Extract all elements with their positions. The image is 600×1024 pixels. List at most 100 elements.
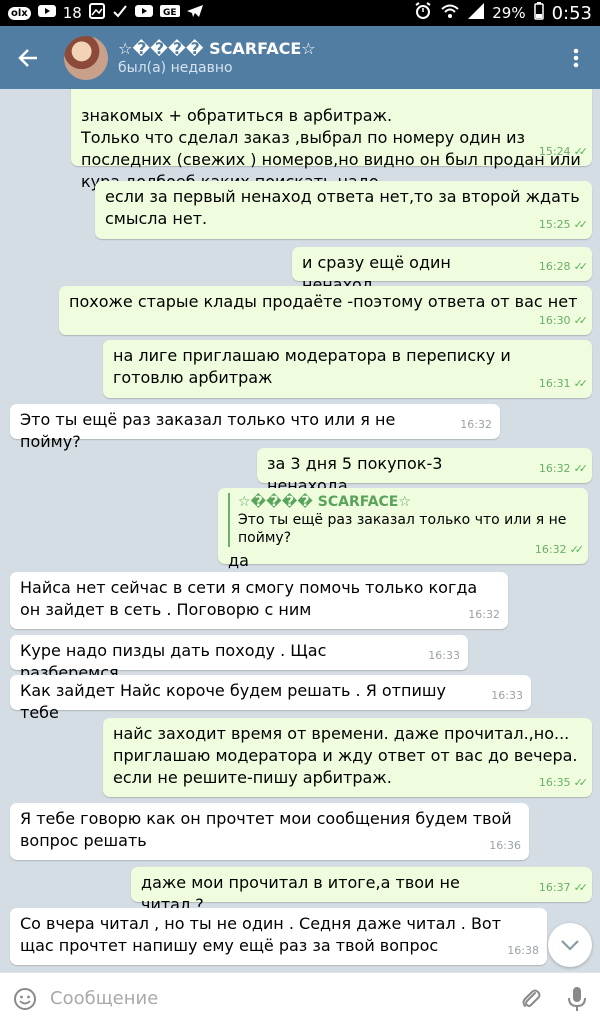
message-meta: 16:31 ✓✓ (538, 373, 589, 395)
message-time: 16:28 (538, 260, 571, 273)
message-text: если за первый ненаход ответа нет,то за … (105, 187, 580, 228)
quoted-author: ☆���� SCARFACE☆ (238, 494, 411, 510)
message-text: Со вчера читал , но ты не один . Седня д… (20, 914, 502, 955)
alarm-icon (414, 2, 432, 24)
wifi-icon (440, 3, 460, 23)
double-check-icon: ✓✓ (573, 314, 589, 327)
message-text: Найса нет сейчас в сети я смогу помочь т… (20, 578, 478, 619)
youtube-icon (37, 4, 56, 22)
battery-percent: 29% (492, 4, 526, 22)
message-meta: 16:32 (468, 604, 500, 626)
message-meta: 16:32 ✓✓ (534, 539, 585, 561)
contact-status: был(а) недавно (118, 60, 233, 76)
quoted-message[interactable]: ☆���� SCARFACE☆ Это ты ещё раз заказал т… (228, 493, 578, 547)
attach-button[interactable] (508, 987, 554, 1011)
double-check-icon: ✓✓ (573, 260, 589, 273)
paperclip-icon (522, 989, 541, 1007)
contact-info[interactable]: ☆���� SCARFACE☆ был(а) недавно (118, 39, 552, 76)
check-icon (112, 3, 128, 23)
message-in[interactable]: Найса нет сейчас в сети я смогу помочь т… (10, 572, 508, 629)
message-out[interactable]: знакомых + обратиться в арбитраж. Только… (71, 89, 592, 191)
message-meta: 15:25 ✓✓ (539, 214, 589, 236)
message-meta: 16:30 ✓✓ (538, 310, 589, 332)
message-time: 16:33 (428, 649, 460, 662)
message-meta: 16:33 (428, 645, 460, 667)
double-check-icon: ✓✓ (573, 776, 589, 789)
emoji-icon (14, 987, 36, 1010)
double-check-icon: ✓✓ (573, 881, 589, 894)
message-out[interactable]: похоже старые клады продаёте -поэтому от… (59, 286, 592, 335)
double-check-icon: ✓✓ (573, 377, 589, 390)
message-out[interactable]: за 3 дня 5 покупок-3 ненахода 16:32 ✓✓ (257, 448, 592, 495)
back-button[interactable] (0, 26, 56, 89)
message-in[interactable]: Куре надо пизды дать походу . Щас разбер… (10, 635, 468, 682)
message-text: да (228, 551, 249, 570)
message-text: Это ты ещё раз заказал только что или я … (20, 410, 396, 451)
battery-icon (533, 2, 544, 24)
double-check-icon: ✓✓ (573, 462, 589, 475)
status-bar: olx 18 GE 29% 0:53 (0, 0, 600, 26)
message-in[interactable]: Как зайдет Найс короче будем решать . Я … (10, 675, 531, 722)
message-list[interactable]: знакомых + обратиться в арбитраж. Только… (0, 89, 600, 972)
message-time: 16:35 (538, 776, 571, 789)
scroll-down-button[interactable] (548, 923, 592, 967)
message-meta: 16:36 (489, 835, 521, 857)
message-time: 16:36 (489, 839, 521, 852)
message-composer (0, 972, 600, 1024)
message-time: 16:32 (534, 543, 567, 556)
double-check-icon: ✓✓ (573, 218, 589, 231)
emoji-button[interactable] (0, 987, 50, 1011)
message-text: на лиге приглашаю модератора в переписку… (113, 346, 511, 387)
message-time: 16:37 (538, 881, 571, 894)
arrow-left-icon (18, 48, 37, 67)
contact-name: ☆���� SCARFACE☆ (118, 39, 316, 58)
svg-text:GE: GE (163, 8, 177, 18)
youtube-icon (134, 4, 153, 22)
message-in[interactable]: Это ты ещё раз заказал только что или я … (10, 404, 500, 451)
message-time: 16:32 (538, 462, 571, 475)
message-time: 16:32 (460, 418, 492, 431)
chevron-down-icon (561, 940, 579, 951)
olx-icon: olx (8, 6, 31, 20)
more-vertical-icon (573, 48, 579, 67)
message-meta: 16:33 (491, 685, 523, 707)
message-out[interactable]: если за первый ненаход ответа нет,то за … (95, 181, 592, 239)
telegram-icon (186, 4, 203, 22)
message-meta: 16:32 ✓✓ (538, 458, 589, 480)
signal-icon (468, 3, 485, 23)
message-meta: 16:32 (460, 414, 492, 436)
message-time: 16:32 (468, 608, 500, 621)
message-text: Я тебе говорю как он прочтет мои сообщен… (20, 809, 512, 850)
more-menu-button[interactable] (552, 26, 600, 89)
voice-record-button[interactable] (554, 986, 600, 1012)
message-time: 16:33 (491, 689, 523, 702)
message-text: найс заходит время от времени. даже проч… (113, 724, 578, 787)
ge-icon: GE (159, 4, 180, 22)
avatar[interactable] (64, 35, 108, 80)
message-out[interactable]: даже мои прочитал в итоге,а твои не чита… (131, 867, 592, 914)
clock: 0:53 (551, 2, 592, 24)
message-time: 16:30 (538, 314, 571, 327)
quoted-text: Это ты ещё раз заказал только что или я … (238, 512, 567, 546)
message-out[interactable]: и сразу ещё один ненаход 16:28 ✓✓ (292, 247, 592, 294)
message-text: похоже старые клады продаёте -поэтому от… (69, 292, 578, 311)
message-meta: 16:35 ✓✓ (538, 772, 589, 794)
image-icon (88, 3, 105, 23)
message-input[interactable] (50, 988, 508, 1009)
chat-header: ☆���� SCARFACE☆ был(а) недавно (0, 26, 600, 89)
message-time: 15:24 (538, 145, 571, 158)
message-meta: 16:37 ✓✓ (538, 877, 589, 899)
message-out[interactable]: на лиге приглашаю модератора в переписку… (103, 340, 592, 398)
message-in[interactable]: Со вчера читал , но ты не один . Седня д… (10, 908, 547, 965)
message-text: Как зайдет Найс короче будем решать . Я … (20, 681, 446, 722)
message-in[interactable]: Я тебе говорю как он прочтет мои сообщен… (10, 803, 529, 860)
message-meta: 15:24 ✓✓ (538, 141, 589, 163)
message-meta: 16:38 (507, 940, 539, 962)
message-time: 16:31 (538, 377, 571, 390)
double-check-icon: ✓✓ (569, 543, 585, 556)
message-out-reply[interactable]: ☆���� SCARFACE☆ Это ты ещё раз заказал т… (218, 488, 588, 570)
message-time: 16:38 (507, 944, 539, 957)
message-out[interactable]: найс заходит время от времени. даже проч… (103, 718, 592, 797)
double-check-icon: ✓✓ (573, 145, 589, 158)
message-meta: 16:28 ✓✓ (538, 256, 589, 278)
